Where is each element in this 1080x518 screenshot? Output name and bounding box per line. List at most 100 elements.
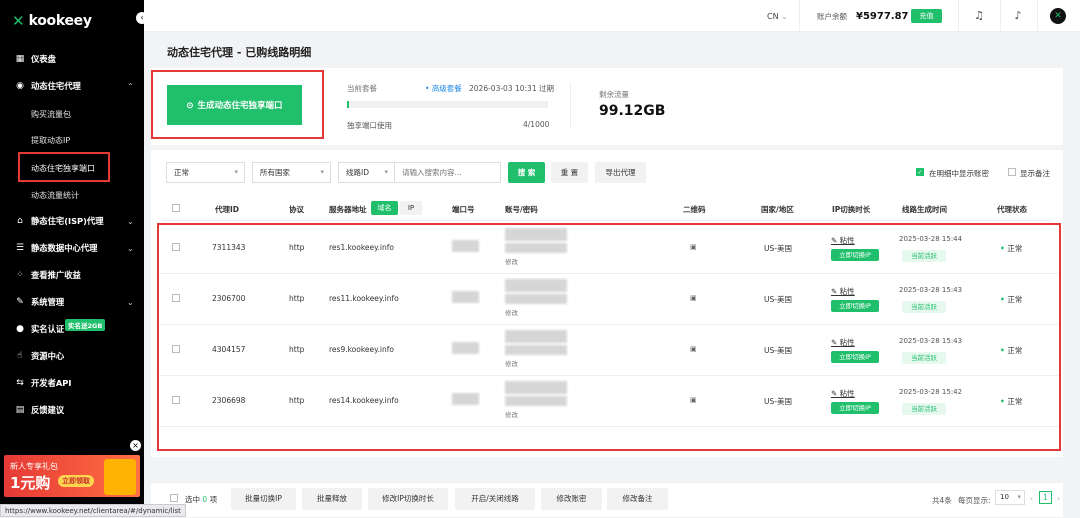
language-select[interactable]: CN ⌄ — [767, 0, 788, 32]
chevron-down-icon: ⌄ — [127, 243, 134, 253]
modify-ip-switch-button[interactable]: 修改IP切换时长 — [368, 488, 448, 510]
search-button[interactable]: 搜 索 — [508, 162, 545, 183]
highlight-box-exclusive-port — [18, 152, 110, 182]
active-tag: 当前活跃 — [902, 301, 946, 313]
show-note-checkbox[interactable] — [1008, 168, 1016, 176]
modify-account-button[interactable]: 修改账密 — [541, 488, 602, 510]
user-icon: ● — [16, 324, 24, 334]
password-masked — [505, 345, 567, 355]
sticky-mode-link[interactable]: ✎ 粘性 — [831, 286, 855, 297]
sidebar-item-promotion-earnings[interactable]: ⁘ 查看推广收益 — [0, 268, 144, 282]
account-masked — [505, 381, 567, 394]
search-input[interactable] — [394, 162, 501, 183]
toggle-line-button[interactable]: 开启/关闭线路 — [455, 488, 535, 510]
sidebar-item-system[interactable]: ✎ 系统管理 ⌄ — [0, 295, 144, 309]
sidebar-subitem-buy-traffic[interactable]: 购买流量包 — [31, 109, 71, 120]
col-header-protocol: 协议 — [289, 205, 304, 214]
promo-banner[interactable]: 新人专享礼包 1元购 立即领取 — [4, 455, 140, 497]
status-badge: • 正常 — [1000, 295, 1023, 304]
feedback-icon: ▤ — [15, 405, 25, 415]
page-title: 动态住宅代理 - 已购线路明细 — [167, 46, 312, 59]
switch-ip-button[interactable]: 立即切换IP — [831, 249, 879, 261]
show-account-label: 在明细中显示账密 — [929, 169, 989, 178]
page-size-select[interactable]: 10 ▾ — [995, 490, 1025, 505]
server-address[interactable]: res14.kookeey.info — [329, 396, 399, 405]
sticky-mode-link[interactable]: ✎ 粘性 — [831, 388, 855, 399]
search-field-select[interactable]: 线路ID ▾ — [338, 162, 395, 183]
next-page-icon[interactable]: › — [1057, 494, 1060, 503]
divider — [1037, 0, 1038, 32]
headset-icon[interactable]: ♫ — [972, 9, 986, 23]
modify-account-link[interactable]: 修改 — [505, 409, 518, 419]
sidebar-item-label: 开发者API — [31, 378, 72, 388]
chevron-down-icon: ⌄ — [127, 297, 134, 307]
batch-release-button[interactable]: 批量释放 — [302, 488, 362, 510]
status-badge: • 正常 — [1000, 346, 1023, 355]
qrcode-icon[interactable]: ▣ — [690, 396, 697, 404]
row-checkbox[interactable] — [172, 396, 180, 404]
language-value: CN — [767, 11, 779, 21]
server-address[interactable]: res9.kookeey.info — [329, 345, 394, 354]
domain-tab[interactable]: 域名 — [371, 201, 398, 215]
active-tag: 当前活跃 — [902, 352, 946, 364]
server-address[interactable]: res11.kookeey.info — [329, 294, 399, 303]
batch-switch-ip-button[interactable]: 批量切换IP — [231, 488, 296, 510]
sidebar-item-developer-api[interactable]: ⇆ 开发者API — [0, 376, 144, 390]
search-field-value: 线路ID — [346, 168, 369, 177]
port-masked — [452, 291, 479, 303]
share-icon: ⁘ — [16, 270, 24, 280]
modify-account-link[interactable]: 修改 — [505, 307, 518, 317]
sidebar-item-dashboard[interactable]: ▦ 仪表盘 — [0, 52, 144, 66]
close-icon[interactable]: × — [130, 440, 141, 451]
server-address[interactable]: res1.kookeey.info — [329, 243, 394, 252]
modify-account-link[interactable]: 修改 — [505, 358, 518, 368]
account-masked — [505, 279, 567, 292]
sidebar-subitem-traffic-stats[interactable]: 动态流量统计 — [31, 190, 79, 201]
modify-note-button[interactable]: 修改备注 — [607, 488, 668, 510]
sidebar-item-resources[interactable]: ☝ 资源中心 — [0, 349, 144, 363]
select-all-checkbox[interactable] — [172, 204, 180, 212]
sticky-mode-link[interactable]: ✎ 粘性 — [831, 235, 855, 246]
sidebar-subitem-extract-ip[interactable]: 提取动态IP — [31, 135, 70, 146]
row-checkbox[interactable] — [172, 345, 180, 353]
switch-ip-button[interactable]: 立即切换IP — [831, 351, 879, 363]
reset-button[interactable]: 重 置 — [551, 162, 588, 183]
sidebar-item-static-datacenter[interactable]: ☰ 静态数据中心代理 ⌄ — [0, 241, 144, 255]
sidebar-item-feedback[interactable]: ▤ 反馈建议 — [0, 403, 144, 417]
switch-ip-button[interactable]: 立即切换IP — [831, 402, 879, 414]
row-checkbox[interactable] — [172, 243, 180, 251]
recharge-button[interactable]: 充值 — [911, 9, 942, 23]
qrcode-icon[interactable]: ▣ — [690, 294, 697, 302]
page-1-button[interactable]: 1 — [1039, 491, 1052, 504]
active-tag: 当前活跃 — [902, 250, 946, 262]
top-bar: CN ⌄ 账户余额 ¥5977.87 充值 ♫ ♪ ✕ — [144, 0, 1080, 32]
prev-page-icon[interactable]: ‹ — [1030, 494, 1033, 503]
status-select[interactable]: 正常 ▾ — [166, 162, 245, 183]
avatar[interactable]: ✕ — [1050, 8, 1066, 24]
export-button[interactable]: 导出代理 — [595, 162, 646, 183]
edit-icon: ✎ — [16, 297, 24, 307]
modify-account-link[interactable]: 修改 — [505, 256, 518, 266]
protocol: http — [289, 396, 305, 405]
row-checkbox[interactable] — [172, 294, 180, 302]
sidebar-item-dynamic-residential[interactable]: ◉ 动态住宅代理 ⌃ — [0, 79, 144, 93]
switch-ip-button[interactable]: 立即切换IP — [831, 300, 879, 312]
sidebar-item-label: 静态住宅(ISP)代理 — [31, 216, 104, 226]
bell-icon[interactable]: ♪ — [1011, 9, 1025, 23]
col-header-qrcode: 二维码 — [683, 205, 706, 214]
port-masked — [452, 240, 479, 252]
sticky-mode-link[interactable]: ✎ 粘性 — [831, 337, 855, 348]
show-account-checkbox[interactable]: ✓ — [916, 168, 924, 176]
qrcode-icon[interactable]: ▣ — [690, 345, 697, 353]
logo[interactable]: ✕ kookeey — [12, 10, 92, 32]
qrcode-icon[interactable]: ▣ — [690, 243, 697, 251]
ip-tab[interactable]: IP — [400, 201, 422, 215]
page-size-label: 每页显示: — [958, 496, 991, 505]
bottom-select-all-checkbox[interactable] — [170, 494, 178, 502]
status-dot-icon: • — [1000, 397, 1008, 406]
country-select[interactable]: 所有国家 ▾ — [252, 162, 331, 183]
generate-port-button[interactable]: ⊙ 生成动态住宅独享端口 — [167, 85, 302, 125]
sidebar-item-static-isp[interactable]: ⌂ 静态住宅(ISP)代理 ⌄ — [0, 214, 144, 228]
status-badge: • 正常 — [1000, 397, 1023, 406]
promo-claim-button[interactable]: 立即领取 — [58, 475, 94, 487]
